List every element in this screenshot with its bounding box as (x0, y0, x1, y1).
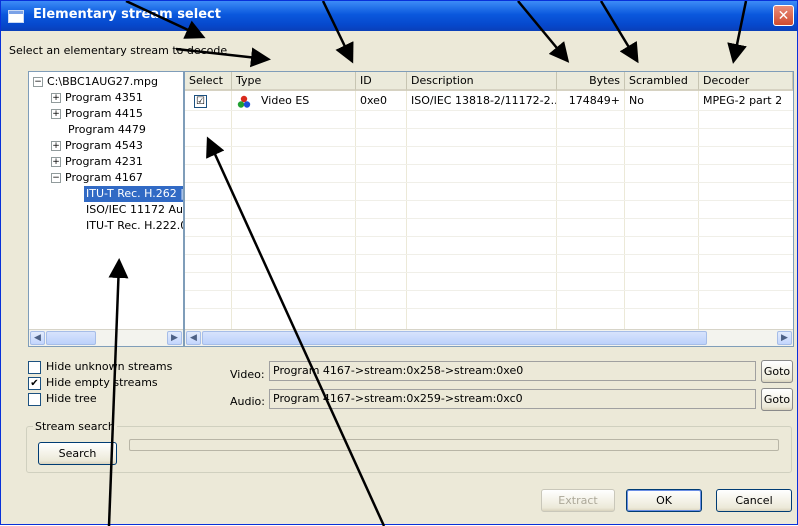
arrow-to-select-checkbox (206, 136, 386, 526)
arrow-to-bytes-column (517, 1, 570, 63)
arrow-to-id-column (321, 1, 354, 64)
arrow-to-tree (107, 258, 129, 526)
arrow-to-scrambled-column (599, 1, 639, 64)
arrow-to-prompt (175, 47, 271, 68)
arrow-to-title (125, 1, 206, 39)
annotation-arrows (107, 1, 748, 526)
arrow-to-decoder-column (727, 1, 748, 64)
dialog-window: Elementary stream select ✕ Select an ele… (0, 0, 798, 526)
